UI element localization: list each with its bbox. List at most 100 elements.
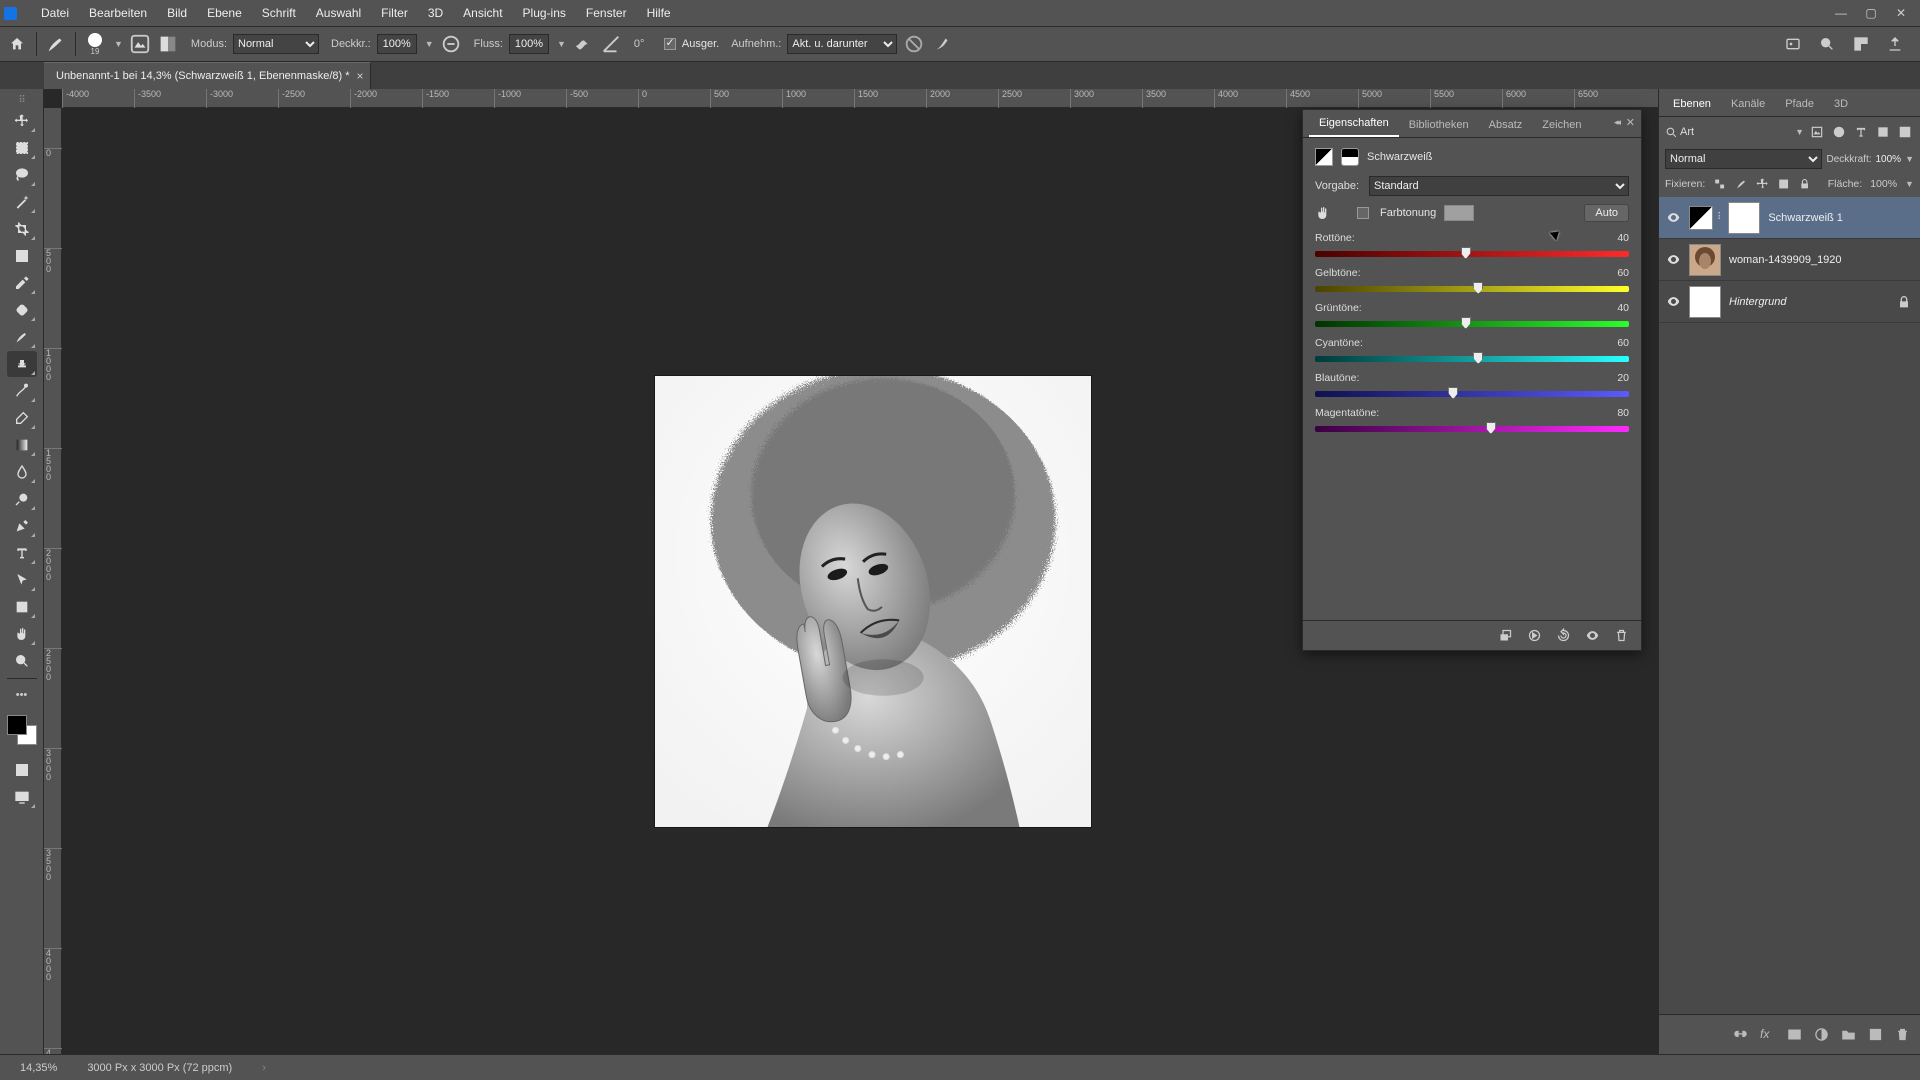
layer-filter-type[interactable]: [1680, 126, 1795, 138]
menu-ansicht[interactable]: Ansicht: [453, 0, 512, 26]
slider-thumb[interactable]: [1461, 317, 1471, 329]
auto-button[interactable]: Auto: [1584, 204, 1629, 222]
slider-thumb[interactable]: [1448, 387, 1458, 399]
document-tab[interactable]: Unbenannt-1 bei 14,3% (Schwarzweiß 1, Eb…: [44, 62, 371, 89]
layer-row[interactable]: woman-1439909_1920: [1659, 239, 1920, 281]
flow-input[interactable]: [509, 34, 549, 54]
clip-to-layer-button[interactable]: [1498, 628, 1513, 643]
lock-transparency-icon[interactable]: [1713, 177, 1726, 191]
sample-select[interactable]: Akt. u. darunter: [787, 34, 897, 54]
document-info[interactable]: 3000 Px x 3000 Px (72 ppcm): [87, 1062, 232, 1074]
maximize-button[interactable]: ▢: [1856, 4, 1886, 22]
lasso-tool[interactable]: [7, 162, 37, 188]
layer-effects-button[interactable]: fx: [1760, 1027, 1775, 1042]
add-mask-button[interactable]: [1787, 1027, 1802, 1042]
share-button[interactable]: [1884, 33, 1906, 55]
blend-mode-select[interactable]: Normal: [233, 34, 319, 54]
layer-opacity-value[interactable]: 100%: [1876, 154, 1902, 165]
clone-stamp-tool[interactable]: [7, 351, 37, 377]
layers-tab-2[interactable]: Pfade: [1775, 92, 1824, 116]
rectangle-tool[interactable]: [7, 594, 37, 620]
history-brush-tool[interactable]: [7, 378, 37, 404]
slider-value[interactable]: 20: [1617, 372, 1629, 384]
magic-wand-tool[interactable]: [7, 189, 37, 215]
gradient-tool[interactable]: [7, 432, 37, 458]
slider-track[interactable]: [1315, 422, 1629, 436]
pressure-size-button[interactable]: [931, 33, 953, 55]
slider-value[interactable]: 60: [1617, 267, 1629, 279]
menu-bearbeiten[interactable]: Bearbeiten: [79, 0, 157, 26]
zoom-level[interactable]: 14,35%: [20, 1062, 57, 1074]
menu-plug-ins[interactable]: Plug-ins: [513, 0, 576, 26]
properties-tab-0[interactable]: Eigenschaften: [1309, 111, 1399, 137]
angle-value[interactable]: 0°: [634, 38, 645, 50]
layers-tab-3[interactable]: 3D: [1824, 92, 1858, 116]
preset-select[interactable]: Standard: [1369, 176, 1629, 196]
layer-name[interactable]: Schwarzweiß 1: [1760, 212, 1912, 224]
visibility-toggle[interactable]: [1659, 210, 1687, 225]
menu-schrift[interactable]: Schrift: [252, 0, 306, 26]
lock-pixels-icon[interactable]: [1735, 177, 1748, 191]
slider-value[interactable]: 40: [1617, 302, 1629, 314]
eyedropper-tool[interactable]: [7, 270, 37, 296]
workspace-button[interactable]: [1850, 33, 1872, 55]
filter-smart-button[interactable]: [1896, 123, 1914, 141]
tool-preset-picker[interactable]: [45, 33, 67, 55]
quickmask-button[interactable]: [7, 757, 37, 783]
link-layers-button[interactable]: [1733, 1027, 1748, 1042]
close-window-button[interactable]: ✕: [1886, 4, 1916, 22]
panel-collapse-icon[interactable]: ◂◂: [1614, 117, 1619, 128]
lock-all-icon[interactable]: [1798, 177, 1811, 191]
chevron-down-icon[interactable]: ▼: [1905, 154, 1914, 164]
filter-adjust-button[interactable]: [1830, 123, 1848, 141]
chevron-down-icon[interactable]: ▼: [1795, 127, 1804, 137]
home-button[interactable]: [6, 33, 28, 55]
chevron-right-icon[interactable]: ›: [262, 1062, 266, 1074]
layer-name[interactable]: woman-1439909_1920: [1721, 254, 1912, 266]
blur-tool[interactable]: [7, 459, 37, 485]
menu-3d[interactable]: 3D: [418, 0, 453, 26]
brush-panel-button[interactable]: [157, 33, 179, 55]
ruler-vertical[interactable]: 050010001500200025003000350040004500: [44, 108, 62, 1054]
targeted-adjust-icon[interactable]: [1315, 205, 1331, 221]
chevron-down-icon[interactable]: ▼: [114, 39, 123, 49]
search-button[interactable]: [1816, 33, 1838, 55]
slider-track[interactable]: [1315, 387, 1629, 401]
menu-hilfe[interactable]: Hilfe: [637, 0, 681, 26]
slider-track[interactable]: [1315, 352, 1629, 366]
eraser-tool[interactable]: [7, 405, 37, 431]
filter-pixel-button[interactable]: [1808, 123, 1826, 141]
layer-thumb[interactable]: [1689, 286, 1721, 318]
edit-toolbar-button[interactable]: •••: [7, 682, 37, 708]
menu-auswahl[interactable]: Auswahl: [306, 0, 371, 26]
frame-tool[interactable]: [7, 243, 37, 269]
reset-button[interactable]: [1556, 628, 1571, 643]
layer-row[interactable]: Hintergrund: [1659, 281, 1920, 323]
lock-artboard-icon[interactable]: [1777, 177, 1790, 191]
panel-grip[interactable]: ⠿: [7, 93, 37, 107]
slider-track[interactable]: [1315, 247, 1629, 261]
chevron-down-icon[interactable]: ▼: [557, 39, 566, 49]
new-layer-button[interactable]: [1868, 1027, 1883, 1042]
delete-layer-button[interactable]: [1895, 1027, 1910, 1042]
fill-value[interactable]: 100%: [1870, 178, 1897, 190]
foreground-color-swatch[interactable]: [7, 715, 27, 735]
menu-datei[interactable]: Datei: [31, 0, 79, 26]
path-selection-tool[interactable]: [7, 567, 37, 593]
slider-value[interactable]: 80: [1617, 407, 1629, 419]
marquee-tool[interactable]: [7, 135, 37, 161]
zoom-tool[interactable]: [7, 648, 37, 674]
angle-icon[interactable]: [600, 33, 622, 55]
slider-value[interactable]: 40: [1617, 232, 1629, 244]
slider-thumb[interactable]: [1461, 247, 1471, 259]
layers-tab-0[interactable]: Ebenen: [1663, 92, 1721, 116]
slider-track[interactable]: [1315, 282, 1629, 296]
cloud-docs-button[interactable]: [1782, 33, 1804, 55]
pressure-opacity-button[interactable]: [440, 33, 462, 55]
lock-icon[interactable]: [1896, 294, 1912, 310]
lock-position-icon[interactable]: [1756, 177, 1769, 191]
slider-thumb[interactable]: [1473, 352, 1483, 364]
chevron-down-icon[interactable]: ▼: [425, 39, 434, 49]
slider-thumb[interactable]: [1473, 282, 1483, 294]
layer-row[interactable]: ⠇Schwarzweiß 1: [1659, 197, 1920, 239]
